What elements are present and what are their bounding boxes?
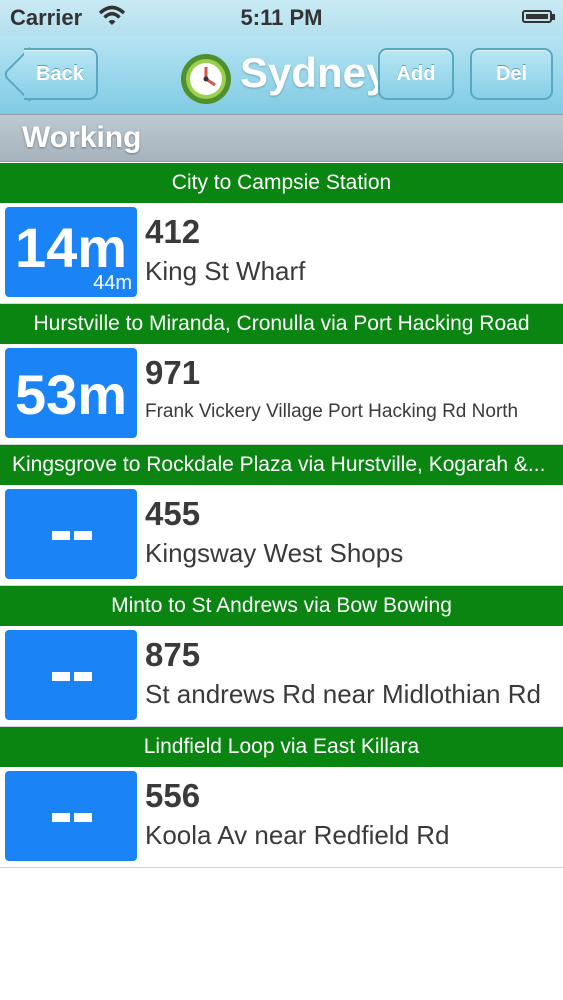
route-description: Hurstville to Miranda, Cronulla via Port… [0,304,563,344]
route-row[interactable]: 455 Kingsway West Shops [0,485,563,586]
route-number: 875 [145,636,201,673]
route-description: Lindfield Loop via East Killara [0,727,563,767]
route-row[interactable]: 14m 44m 412 King St Wharf [0,203,563,304]
stop-name: Koola Av near Redfield Rd [145,820,450,850]
delete-button[interactable]: Del [470,48,553,100]
stop-name: St andrews Rd near Midlothian Rd [145,679,541,709]
route-number: 412 [145,213,201,250]
time-box: 14m 44m [5,207,137,297]
route-description: Kingsgrove to Rockdale Plaza via Hurstvi… [0,445,563,485]
no-time-dash-icon [74,813,92,822]
battery-icon [522,10,555,23]
page-title: Sydney [240,49,390,96]
route-row[interactable]: 556 Koola Av near Redfield Rd [0,767,563,868]
next-minutes: 44m [93,272,132,294]
time-box-no-data [5,630,137,720]
section-header: Working [0,114,563,162]
time-box-no-data [5,771,137,861]
no-time-dash-icon [74,672,92,681]
clock-logo-icon [181,54,231,104]
route-number: 971 [145,354,201,391]
status-bar: Carrier 5:11 PM [0,0,563,36]
time-box-no-data [5,489,137,579]
no-time-dash-icon [74,531,92,540]
route-description: City to Campsie Station [0,163,563,203]
route-number: 455 [145,495,201,532]
no-time-dash-icon [52,813,70,822]
clock-time: 5:11 PM [240,5,323,30]
route-row[interactable]: 53m 971 Frank Vickery Village Port Hacki… [0,344,563,445]
stop-name: Frank Vickery Village Port Hacking Rd No… [145,401,519,422]
route-number: 556 [145,777,201,814]
back-button[interactable]: Back [24,48,98,100]
stop-name: Kingsway West Shops [145,538,404,568]
route-row[interactable]: 875 St andrews Rd near Midlothian Rd [0,626,563,727]
no-time-dash-icon [52,531,70,540]
stop-name: King St Wharf [145,256,306,286]
minutes-until: 53m [14,363,128,426]
route-description: Minto to St Andrews via Bow Bowing [0,586,563,626]
nav-bar: Back Sydney Add Del [0,36,563,115]
time-box: 53m [5,348,137,438]
add-button[interactable]: Add [378,48,454,100]
no-time-dash-icon [52,672,70,681]
